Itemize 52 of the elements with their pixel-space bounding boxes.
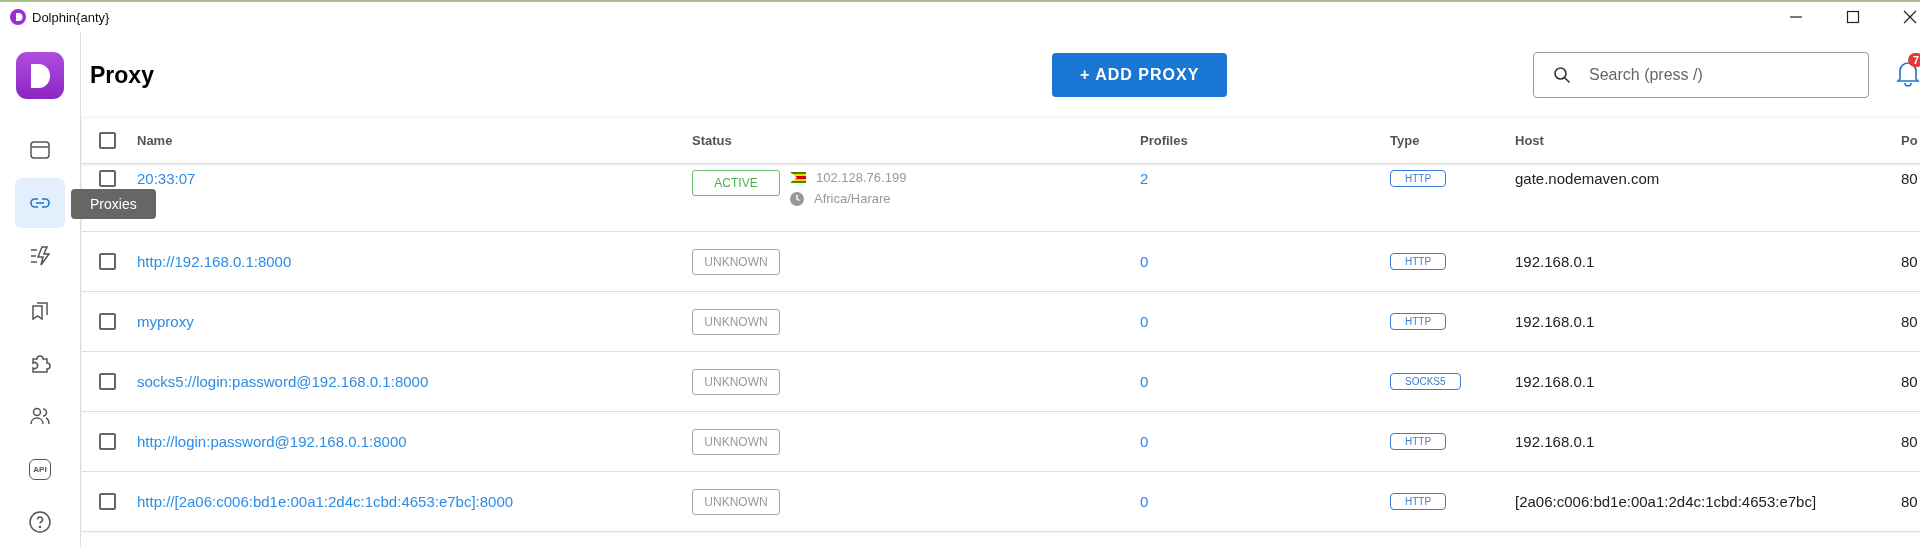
tooltip: Proxies [71,189,156,219]
status-tag: UNKNOWN [692,428,780,455]
window-title: Dolphin{anty} [32,9,110,25]
proxy-name-link[interactable]: 20:33:07 [137,170,196,187]
timezone: Africa/Harare [814,191,891,206]
column-header[interactable]: Type [1390,133,1515,148]
column-header[interactable]: Host [1515,133,1901,148]
proxy-name-link[interactable]: http://192.168.0.1:8000 [137,253,292,270]
type-tag: SOCKS5 [1390,373,1461,390]
notification-badge: 7 [1908,53,1920,67]
page-title: Proxy [90,61,155,89]
status-tag: UNKNOWN [692,368,780,395]
profiles-count-link[interactable]: 0 [1140,493,1149,510]
proxy-name-link[interactable]: socks5://login:password@192.168.0.1:8000 [137,373,429,390]
ip-address: 102.128.76.199 [816,170,907,185]
proxy-name-link[interactable]: myproxy [137,313,194,330]
status-tag: UNKNOWN [692,248,780,275]
host-cell: 192.168.0.1 [1515,253,1595,270]
profiles-count-link[interactable]: 0 [1140,313,1149,330]
host-cell: [2a06:c006:bd1e:00a1:2d4c:1cbd:4653:e7bc] [1515,493,1817,510]
column-header[interactable]: Name [137,133,692,148]
host-cell: 192.168.0.1 [1515,373,1595,390]
search-field[interactable]: Search (press /) [1533,52,1869,98]
port-cell: 80 [1901,313,1918,330]
status-tag: ACTIVE [692,170,780,196]
sidebar-item[interactable]: API [15,444,65,494]
status-tag: UNKNOWN [692,488,780,515]
api-icon: API [29,458,51,480]
profiles-count-link[interactable]: 0 [1140,253,1149,270]
proxy-name-link[interactable]: http://login:password@192.168.0.1:8000 [137,433,407,450]
profiles-count-link[interactable]: 2 [1140,170,1149,187]
column-header[interactable]: Status [692,133,1140,148]
column-header[interactable]: Profiles [1140,133,1390,148]
profiles-count-link[interactable]: 0 [1140,433,1149,450]
port-cell: 80 [1901,493,1918,510]
type-tag: HTTP [1390,313,1447,330]
proxy-name-link[interactable]: http://[2a06:c006:bd1e:00a1:2d4c:1cbd:4653:e7bc]:8000 [137,493,514,510]
host-cell: 192.168.0.1 [1515,313,1595,330]
type-tag: HTTP [1390,493,1447,510]
host-cell: gate.nodemaven.com [1515,170,1660,187]
type-tag: HTTP [1390,433,1447,450]
port-cell: 80 [1901,373,1918,390]
port-cell: 80 [1901,253,1918,270]
port-cell: 80 [1901,433,1918,450]
type-tag: HTTP [1390,253,1447,270]
add-proxy-button[interactable]: + ADD PROXY [1052,53,1227,97]
host-cell: 192.168.0.1 [1515,433,1595,450]
type-tag: HTTP [1390,170,1447,187]
profiles-count-link[interactable]: 0 [1140,373,1149,390]
column-header[interactable]: Po [1901,133,1920,148]
status-tag: UNKNOWN [692,308,780,335]
port-cell: 80 [1901,170,1918,187]
